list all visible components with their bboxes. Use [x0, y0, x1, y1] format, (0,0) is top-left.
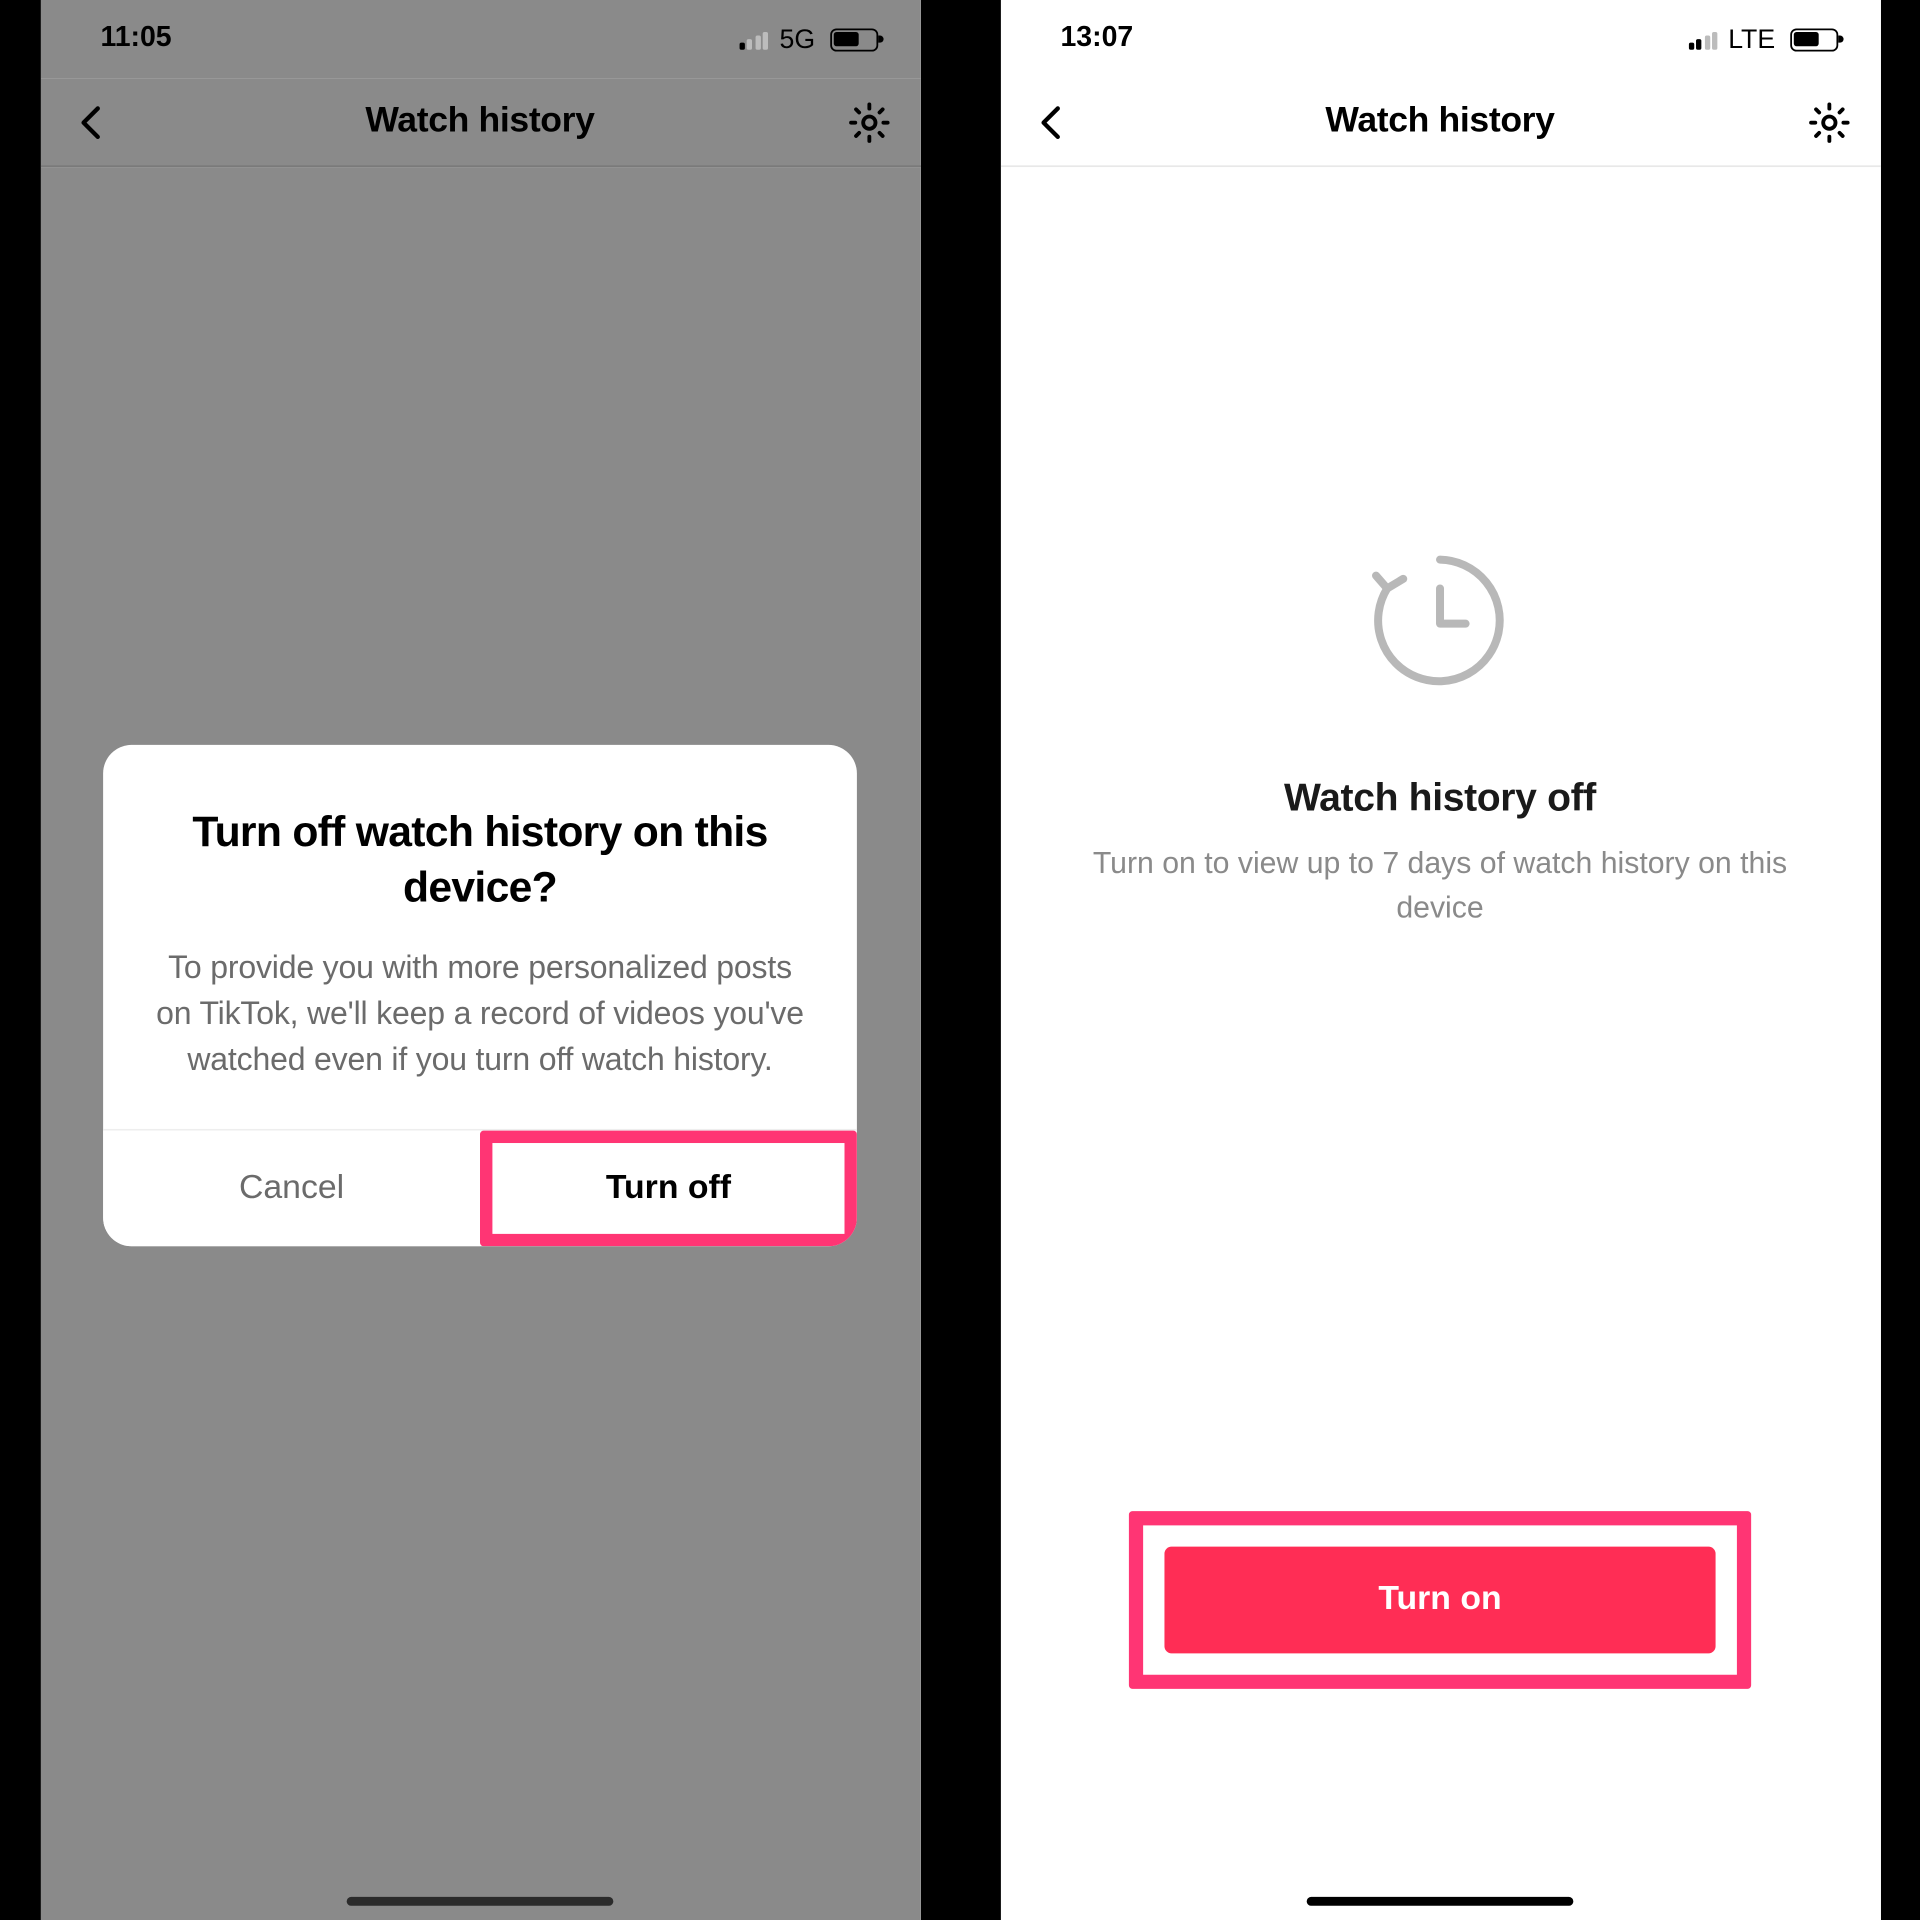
dialog-title: Turn off watch history on this device? [153, 805, 807, 916]
network-label: LTE [1728, 24, 1775, 54]
highlight-box: Turn off [480, 1131, 857, 1247]
highlight-box: Turn on [1129, 1511, 1751, 1689]
empty-title: Watch history off [1284, 775, 1596, 821]
empty-body: Turn on to view up to 7 days of watch hi… [1084, 843, 1795, 931]
chevron-left-icon [1030, 100, 1073, 143]
turn-off-button[interactable]: Turn off [492, 1144, 844, 1235]
status-bar: 13:07 LTE [1000, 0, 1880, 78]
dialog-body: To provide you with more personalized po… [153, 944, 807, 1083]
modal-overlay[interactable]: Turn off watch history on this device? T… [40, 0, 920, 1920]
page-title: Watch history [1325, 101, 1554, 142]
battery-icon [1789, 28, 1837, 51]
dialog-actions: Cancel Turn off [103, 1129, 857, 1246]
page-header: Watch history [1000, 78, 1880, 167]
cancel-button[interactable]: Cancel [103, 1131, 480, 1247]
home-indicator[interactable] [1307, 1897, 1574, 1906]
signal-icon [1688, 29, 1717, 49]
settings-button[interactable] [1802, 95, 1855, 148]
gear-icon [1805, 99, 1851, 145]
confirm-dialog: Turn off watch history on this device? T… [103, 744, 857, 1247]
turn-on-button[interactable]: Turn on [1164, 1547, 1715, 1654]
history-clock-icon [1360, 540, 1520, 700]
phone-screenshot-left: 11:05 5G Watch history Turn off watch hi… [40, 0, 920, 1920]
phone-screenshot-right: 13:07 LTE Watch history [1000, 0, 1880, 1920]
status-right: LTE [1688, 24, 1837, 54]
back-button[interactable] [1025, 95, 1078, 148]
home-indicator[interactable] [347, 1897, 614, 1906]
status-time: 13:07 [1060, 23, 1133, 55]
